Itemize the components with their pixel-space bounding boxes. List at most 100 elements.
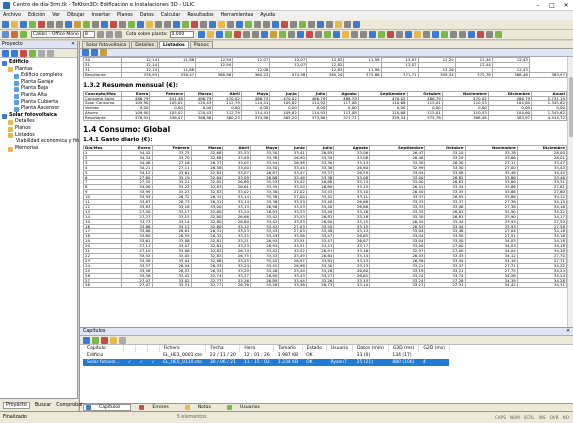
- menu-insertar[interactable]: Insertar: [92, 13, 111, 18]
- tab-detalles[interactable]: Detalles: [131, 41, 159, 48]
- chapters-tab-errores[interactable]: Errores: [139, 405, 176, 410]
- font-size-select[interactable]: 8: [83, 31, 95, 38]
- font-select[interactable]: Calibri - Office Mono: [31, 31, 81, 38]
- tree-node[interactable]: Edificio: [2, 60, 75, 67]
- toolbar-tool-icon[interactable]: [215, 31, 223, 38]
- toolbar-tool-icon[interactable]: [287, 31, 295, 38]
- tree-node[interactable]: Edificio completo: [2, 73, 75, 80]
- toolbar-tool-icon[interactable]: [476, 31, 484, 38]
- chapters-tab-usuarios[interactable]: Usuarios: [227, 405, 268, 410]
- toolbar-tool-icon[interactable]: [146, 21, 153, 28]
- toolbar-tool-icon[interactable]: [74, 21, 81, 28]
- chapters-close-icon[interactable]: ✕: [566, 328, 570, 335]
- zoom-icon[interactable]: [100, 49, 107, 56]
- fill-icon[interactable]: [20, 31, 27, 38]
- export-icon[interactable]: [91, 49, 98, 56]
- toolbar-tool-icon[interactable]: [341, 31, 349, 38]
- toolbar-tool-icon[interactable]: [413, 31, 421, 38]
- open-icon[interactable]: [11, 49, 18, 57]
- cota-input[interactable]: 0,000: [169, 31, 194, 38]
- toolbar-tool-icon[interactable]: [65, 21, 72, 28]
- toolbar-tool-icon[interactable]: [11, 21, 18, 28]
- toolbar-tool-icon[interactable]: [245, 21, 252, 28]
- toolbar-tool-icon[interactable]: [191, 21, 198, 28]
- chapter-add-icon[interactable]: [83, 336, 90, 344]
- menu-ver[interactable]: Ver: [52, 13, 60, 18]
- chapter-refresh-icon[interactable]: [92, 336, 99, 344]
- toolbar-tool-icon[interactable]: [344, 21, 351, 28]
- toolbar-tool-icon[interactable]: [110, 21, 117, 28]
- toolbar-tool-icon[interactable]: [56, 21, 63, 28]
- toolbar-tool-icon[interactable]: [155, 21, 162, 28]
- vertical-scrollbar[interactable]: [567, 57, 573, 327]
- chapters-tab-capítulos[interactable]: Capítulos: [83, 404, 132, 411]
- toolbar-tool-icon[interactable]: [92, 21, 99, 28]
- tree-node[interactable]: Viabilidad económica y financiera: [2, 139, 97, 146]
- toolbar-tool-icon[interactable]: [119, 21, 126, 28]
- toolbar-tool-icon[interactable]: [197, 31, 205, 38]
- toolbar-tool-icon[interactable]: [290, 21, 297, 28]
- toolbar-tool-icon[interactable]: [317, 21, 324, 28]
- toolbar-tool-icon[interactable]: [254, 21, 261, 28]
- toolbar-tool-icon[interactable]: [368, 31, 376, 38]
- toolbar-tool-icon[interactable]: [209, 21, 216, 28]
- left-tab-proyecto[interactable]: Proyecto: [3, 401, 30, 409]
- toolbar-tool-icon[interactable]: [326, 21, 333, 28]
- down-icon[interactable]: [47, 49, 54, 57]
- toolbar-tool-icon[interactable]: [218, 21, 225, 28]
- toolbar-tool-icon[interactable]: [332, 31, 340, 38]
- menu-resultados[interactable]: Resultados: [187, 13, 213, 18]
- tree-node[interactable]: Detalles: [2, 119, 75, 126]
- toolbar-tool-icon[interactable]: [305, 31, 313, 38]
- toolbar-tool-icon[interactable]: [359, 31, 367, 38]
- menu-archivo[interactable]: Archivo: [3, 13, 21, 18]
- toolbar-tool-icon[interactable]: [386, 31, 394, 38]
- toolbar-tool-icon[interactable]: [260, 31, 268, 38]
- print-icon[interactable]: [82, 49, 89, 56]
- tab-solar-fotovoltaica[interactable]: Solar fotovoltaica: [82, 41, 131, 48]
- scroll-thumb[interactable]: [569, 77, 573, 137]
- toolbar-tool-icon[interactable]: [233, 31, 241, 38]
- toolbar-tool-icon[interactable]: [2, 21, 9, 28]
- chapter-settings-icon[interactable]: [119, 336, 126, 344]
- add-icon[interactable]: [29, 49, 36, 57]
- color-icon[interactable]: [11, 31, 18, 38]
- toolbar-tool-icon[interactable]: [173, 21, 180, 28]
- toolbar-tool-icon[interactable]: [335, 21, 342, 28]
- toolbar-tool-icon[interactable]: [20, 21, 27, 28]
- toolbar-tool-icon[interactable]: [467, 31, 475, 38]
- toolbar-tool-icon[interactable]: [251, 31, 259, 38]
- menu-edición[interactable]: Edición: [28, 13, 45, 18]
- left-tab-buscar[interactable]: Buscar: [35, 403, 51, 408]
- toolbar-tool-icon[interactable]: [353, 21, 360, 28]
- toolbar-tool-icon[interactable]: [395, 31, 403, 38]
- toolbar-tool-icon[interactable]: [263, 21, 270, 28]
- toolbar-tool-icon[interactable]: [314, 31, 322, 38]
- toolbar-tool-icon[interactable]: [281, 21, 288, 28]
- tree-node[interactable]: Solar fotovoltaica: [2, 113, 75, 120]
- panel-close-icon[interactable]: ✕: [71, 41, 75, 48]
- toolbar-tool-icon[interactable]: [206, 31, 214, 38]
- italic-icon[interactable]: [106, 31, 113, 38]
- toolbar-tool-icon[interactable]: [296, 31, 304, 38]
- underline-icon[interactable]: [115, 31, 122, 38]
- toolbar-tool-icon[interactable]: [101, 21, 108, 28]
- tree-node[interactable]: Planos: [2, 126, 75, 133]
- delete-icon[interactable]: [20, 49, 27, 57]
- menu-planos[interactable]: Planos: [117, 13, 133, 18]
- maximize-button[interactable]: □: [545, 0, 559, 10]
- toolbar-tool-icon[interactable]: [458, 31, 466, 38]
- chapters-tab-notas[interactable]: Notas: [184, 405, 219, 410]
- toolbar-tool-icon[interactable]: [299, 21, 306, 28]
- toolbar-tool-icon[interactable]: [272, 21, 279, 28]
- toolbar-tool-icon[interactable]: [404, 31, 412, 38]
- tree-node[interactable]: Planta Alta: [2, 93, 75, 100]
- toolbar-tool-icon[interactable]: [236, 21, 243, 28]
- menu-dibujar[interactable]: Dibujar: [67, 13, 84, 18]
- toolbar-tool-icon[interactable]: [431, 31, 439, 38]
- toolbar-tool-icon[interactable]: [182, 21, 189, 28]
- bold-icon[interactable]: [97, 31, 104, 38]
- toolbar-tool-icon[interactable]: [449, 31, 457, 38]
- menu-herramientas[interactable]: Herramientas: [221, 13, 254, 18]
- toolbar-tool-icon[interactable]: [227, 21, 234, 28]
